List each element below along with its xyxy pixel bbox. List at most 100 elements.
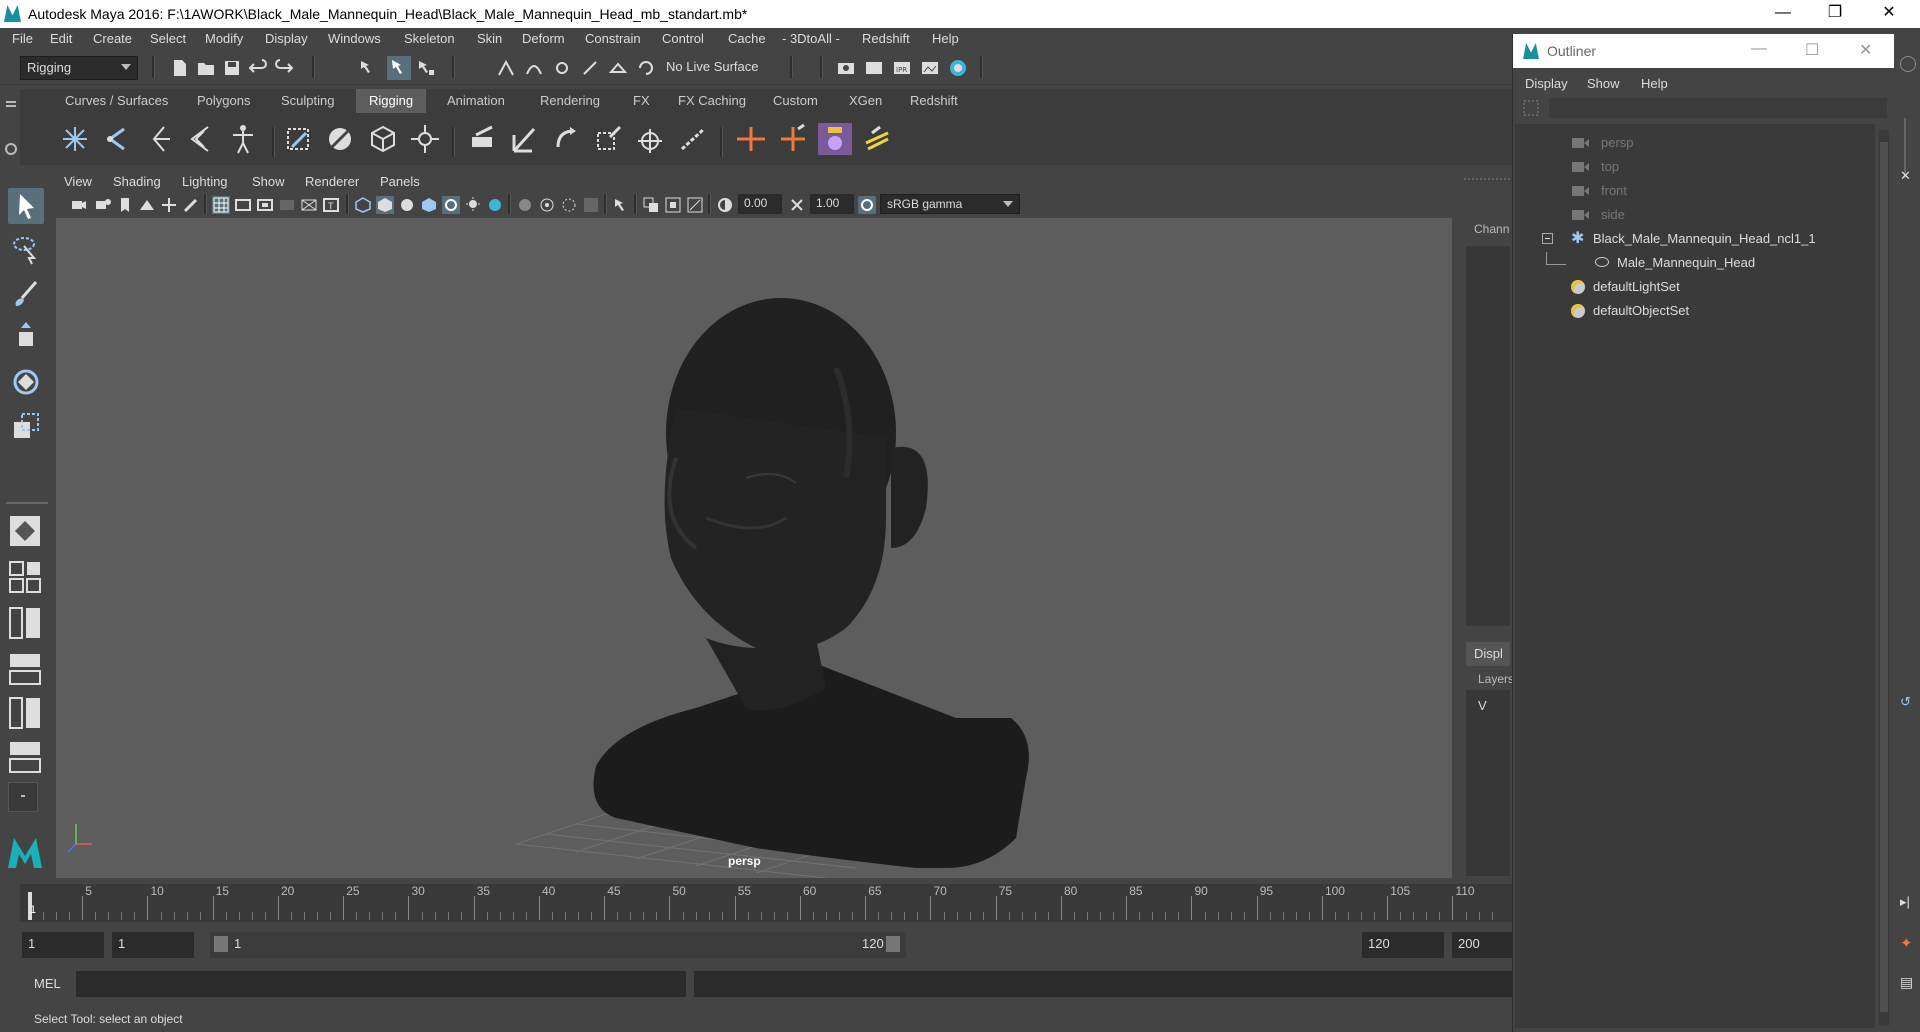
viewport-menu-panels[interactable]: Panels (380, 174, 420, 189)
viewport-menu-shading[interactable]: Shading (113, 174, 161, 189)
menu-create[interactable]: Create (93, 31, 132, 46)
single-view-layout-icon[interactable] (10, 516, 40, 546)
viewport-menu-show[interactable]: Show (252, 174, 285, 189)
gamma-icon[interactable] (788, 196, 806, 214)
shadows-icon[interactable] (464, 196, 482, 214)
film-gate-icon[interactable] (234, 196, 252, 214)
tab-rigging[interactable]: Rigging (356, 89, 427, 113)
point-constraint-icon[interactable] (466, 123, 500, 155)
menu-redshift[interactable]: Redshift (862, 31, 910, 46)
menu-3dtoall[interactable]: - 3DtoAll - (782, 31, 840, 46)
mel-label[interactable]: MEL (34, 976, 61, 991)
scale-constraint-icon[interactable] (592, 123, 626, 155)
menu-cache[interactable]: Cache (728, 31, 766, 46)
exposure-field[interactable]: 0.00 (738, 194, 782, 214)
smooth-bind-icon[interactable] (282, 123, 316, 155)
outliner-minimize-button[interactable]: — (1751, 40, 1767, 58)
lights-icon[interactable] (442, 196, 460, 214)
lasso-tool-icon[interactable] (8, 232, 44, 268)
xray-icon[interactable] (516, 196, 534, 214)
display-layer-tab[interactable]: Displ (1466, 642, 1510, 666)
outliner-search-input[interactable] (1549, 98, 1887, 118)
tab-fx-caching[interactable]: FX Caching (665, 89, 759, 113)
menu-help[interactable]: Help (932, 31, 959, 46)
outliner-item-group[interactable]: ✱ Black_Male_Mannequin_Head_ncl1_1 (1515, 228, 1875, 250)
menu-skin[interactable]: Skin (477, 31, 502, 46)
joint-tool-icon[interactable] (58, 123, 92, 155)
snap-surface-icon[interactable] (608, 58, 628, 78)
outliner-persp-layout-icon[interactable] (8, 606, 42, 640)
menu-constrain[interactable]: Constrain (585, 31, 641, 46)
tab-animation[interactable]: Animation (434, 89, 518, 113)
close-icon[interactable]: ✕ (1900, 168, 1911, 184)
outliner-item-object-set[interactable]: defaultObjectSet (1515, 300, 1875, 322)
tab-curves-surfaces[interactable]: Curves / Surfaces (52, 89, 181, 113)
bookmark-icon[interactable] (116, 196, 134, 214)
range-slider[interactable]: 1 120 (210, 932, 906, 958)
field-chart-icon[interactable] (300, 196, 318, 214)
pole-vector-icon[interactable] (676, 123, 710, 155)
paint-weights-icon[interactable] (324, 123, 358, 155)
menu-file[interactable]: File (12, 31, 33, 46)
snap-point-icon[interactable] (552, 58, 572, 78)
menu-windows[interactable]: Windows (328, 31, 381, 46)
menu-display[interactable]: Display (265, 31, 308, 46)
hypershade-icon[interactable] (948, 58, 968, 78)
paint-select-icon[interactable] (8, 276, 44, 312)
grid-toggle-icon[interactable] (212, 196, 230, 214)
time-slider[interactable]: 5 10 15 20 25 30 35 40 45 50 55 60 65 70 75 80 85 90 95 100… (20, 884, 1512, 922)
snap-grid-icon[interactable] (496, 58, 516, 78)
tab-fx[interactable]: FX (620, 89, 663, 113)
xray-joints-icon[interactable] (538, 196, 556, 214)
tab-redshift[interactable]: Redshift (897, 89, 971, 113)
undo-icon[interactable] (248, 58, 268, 78)
isolate-view-icon[interactable] (612, 196, 630, 214)
script-editor-icon[interactable]: ▤ (1900, 974, 1913, 991)
new-scene-icon[interactable] (170, 58, 190, 78)
color-management-icon[interactable] (858, 196, 876, 214)
character-set-icon[interactable]: ✦ (1900, 934, 1913, 952)
playback-start-field[interactable]: 1 (112, 932, 194, 958)
shade-wireframe-icon[interactable] (398, 196, 416, 214)
snap-live-icon[interactable] (636, 58, 656, 78)
outliner-item-persp[interactable]: persp (1515, 132, 1875, 154)
rotate-tool-icon[interactable] (8, 364, 44, 400)
range-start-handle[interactable] (214, 936, 228, 952)
outliner-scrollbar[interactable] (1879, 130, 1889, 1026)
save-scene-icon[interactable] (222, 58, 242, 78)
ipr-render-icon[interactable]: IPR (892, 58, 912, 78)
expand-icon[interactable]: ▸| (1900, 894, 1910, 910)
locator-icon[interactable] (734, 123, 768, 155)
scrollbar-thumb[interactable] (1880, 142, 1888, 1012)
menu-icon[interactable] (6, 101, 16, 103)
select-hierarchy-icon[interactable] (358, 58, 378, 78)
four-view-layout-icon[interactable] (8, 560, 42, 594)
rigging-helper-icon[interactable] (860, 123, 894, 155)
open-scene-icon[interactable] (196, 58, 216, 78)
tab-polygons[interactable]: Polygons (184, 89, 263, 113)
outliner-graph-layout-icon[interactable] (8, 696, 42, 730)
blend-shape-icon[interactable] (818, 123, 852, 155)
outliner-close-button[interactable]: ✕ (1859, 40, 1872, 60)
ik-spline-icon[interactable] (142, 123, 176, 155)
lattice-icon[interactable] (366, 123, 400, 155)
grease-pencil-icon[interactable] (182, 196, 200, 214)
select-object-icon[interactable] (387, 56, 411, 80)
resolution-gate-icon[interactable] (256, 196, 274, 214)
image-plane-icon[interactable] (138, 196, 156, 214)
ik-handle-icon[interactable] (100, 123, 134, 155)
restore-button[interactable]: ❐ (1812, 0, 1858, 28)
render-view-icon[interactable] (920, 58, 940, 78)
outliner-menu-display[interactable]: Display (1525, 76, 1568, 91)
outliner-item-light-set[interactable]: defaultLightSet (1515, 276, 1875, 298)
collapse-icon[interactable] (1542, 233, 1553, 244)
command-input[interactable] (76, 971, 686, 997)
safe-action-icon[interactable]: T (322, 196, 340, 214)
color-space-dropdown[interactable]: sRGB gamma (880, 194, 1020, 214)
start-time-field[interactable]: 1 (22, 932, 104, 958)
frame-all-icon[interactable] (664, 196, 682, 214)
layer-visibility-label[interactable]: V (1478, 698, 1487, 713)
mirror-joint-icon[interactable] (184, 123, 218, 155)
gate-mask-icon[interactable] (278, 196, 296, 214)
select-component-icon[interactable] (416, 58, 436, 78)
